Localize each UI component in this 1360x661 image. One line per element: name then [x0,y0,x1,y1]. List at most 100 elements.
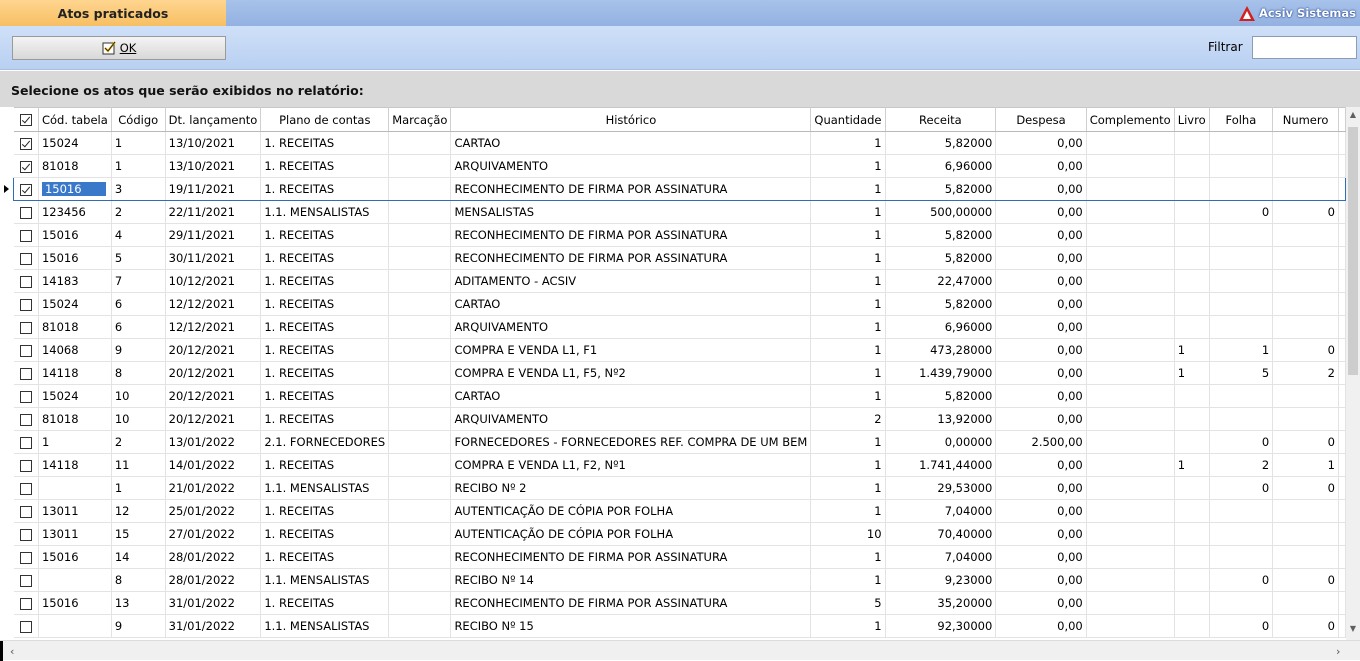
cell-numero[interactable] [1272,154,1339,178]
cell-numero[interactable]: 0 [1272,614,1339,638]
cell-folha[interactable]: 0 [1209,476,1274,500]
cell-receita[interactable]: 9,23000 [885,568,997,592]
cell-historico[interactable]: RECONHECIMENTO DE FIRMA POR ASSINATURA [450,223,812,247]
cell-dt[interactable]: 13/10/2021 [165,154,262,178]
cell-numero[interactable] [1272,131,1339,155]
cell-livro[interactable]: 1 [1174,453,1210,477]
cell-codigo[interactable]: 2 [111,430,166,454]
cell-complemento[interactable] [1086,545,1175,569]
cell-despesa[interactable]: 0,00 [995,315,1087,339]
column-header[interactable]: Histórico [450,107,812,132]
cell-dt[interactable]: 12/12/2021 [165,315,262,339]
table-row[interactable]: 15016 5 30/11/2021 1. RECEITAS RECONHECIMENT… [13,246,1346,270]
cell-plano[interactable]: 1. RECEITAS [260,246,390,270]
cell-cod-tabela[interactable]: 15016 [38,246,112,270]
table-row[interactable]: 13011 12 25/01/2022 1. RECEITAS AUTENTICAÇÃO… [13,499,1346,523]
cell-receita[interactable]: 5,82000 [885,131,997,155]
cell-despesa[interactable]: 0,00 [995,499,1087,523]
cell-complemento[interactable] [1086,453,1175,477]
table-row[interactable]: 15024 1 13/10/2021 1. RECEITAS CARTAO 1 5,8200… [13,131,1346,155]
cell-qtd[interactable]: 1 [810,338,886,362]
cell-qtd[interactable]: 1 [810,177,886,201]
cell-despesa[interactable]: 0,00 [995,545,1087,569]
cell-livro[interactable] [1174,499,1210,523]
cell-complemento[interactable] [1086,223,1175,247]
cell-receita[interactable]: 92,30000 [885,614,997,638]
select-all-header[interactable] [13,107,39,132]
cell-livro[interactable] [1174,614,1210,638]
table-row[interactable]: 14183 7 10/12/2021 1. RECEITAS ADITAMENTO - … [13,269,1346,293]
row-checkbox[interactable] [19,275,32,288]
table-row[interactable]: 8 28/01/2022 1.1. MENSALISTAS RECIBO Nº 14 1… [13,568,1346,592]
cell-despesa[interactable]: 0,00 [995,338,1087,362]
cell-cod-tabela[interactable]: 81018 [38,154,112,178]
table-row[interactable]: 81018 6 12/12/2021 1. RECEITAS ARQUIVAMENTO 1… [13,315,1346,339]
cell-historico[interactable]: RECIBO Nº 14 [450,568,812,592]
cell-folha[interactable] [1209,269,1274,293]
cell-despesa[interactable]: 0,00 [995,154,1087,178]
cell-numero[interactable]: 0 [1272,338,1339,362]
table-row[interactable]: 14118 11 14/01/2022 1. RECEITAS COMPRA E VEN… [13,453,1346,477]
column-header[interactable]: Despesa [995,107,1087,132]
cell-folha[interactable]: 0 [1209,568,1274,592]
cell-livro[interactable] [1174,223,1210,247]
cell-dt[interactable]: 20/12/2021 [165,384,262,408]
cell-dt[interactable]: 31/01/2022 [165,591,262,615]
cell-dt[interactable]: 14/01/2022 [165,453,262,477]
cell-numero[interactable]: 0 [1272,430,1339,454]
cell-marcacao[interactable] [388,522,452,546]
cell-codigo[interactable]: 8 [111,568,166,592]
cell-dt[interactable]: 20/12/2021 [165,338,262,362]
cell-numero[interactable]: 0 [1272,568,1339,592]
cell-despesa[interactable]: 0,00 [995,453,1087,477]
cell-historico[interactable]: RECONHECIMENTO DE FIRMA POR ASSINATURA [450,591,812,615]
table-row[interactable]: 15016 13 31/01/2022 1. RECEITAS RECONHECIMEN… [13,591,1346,615]
cell-cod-tabela[interactable]: 14118 [38,361,112,385]
cell-receita[interactable]: 0,00000 [885,430,997,454]
cell-receita[interactable]: 7,04000 [885,499,997,523]
cell-cod-tabela[interactable]: 81018 [38,315,112,339]
cell-complemento[interactable] [1086,476,1175,500]
cell-folha[interactable]: 2 [1209,453,1274,477]
cell-dt[interactable]: 31/01/2022 [165,614,262,638]
table-row[interactable]: 1 2 13/01/2022 2.1. FORNECEDORES FORNECEDORE… [13,430,1346,454]
cell-historico[interactable]: CARTAO [450,384,812,408]
row-checkbox[interactable] [19,528,32,541]
cell-receita[interactable]: 7,04000 [885,545,997,569]
cell-codigo[interactable]: 6 [111,292,166,316]
table-row[interactable]: 81018 10 20/12/2021 1. RECEITAS ARQUIVAMENTO… [13,407,1346,431]
cell-receita[interactable]: 6,96000 [885,315,997,339]
cell-numero[interactable] [1272,246,1339,270]
cell-qtd[interactable]: 1 [810,315,886,339]
row-select-cell[interactable] [13,522,39,546]
cell-codigo[interactable]: 7 [111,269,166,293]
column-header[interactable]: Numero [1272,107,1339,132]
cell-receita[interactable]: 5,82000 [885,384,997,408]
row-checkbox[interactable] [19,344,32,357]
cell-codigo[interactable]: 1 [111,131,166,155]
cell-dt[interactable]: 29/11/2021 [165,223,262,247]
cell-complemento[interactable] [1086,407,1175,431]
cell-receita[interactable]: 22,47000 [885,269,997,293]
scroll-left-icon[interactable]: ‹ [10,645,14,658]
row-checkbox[interactable] [19,482,32,495]
cell-livro[interactable] [1174,246,1210,270]
cell-qtd[interactable]: 1 [810,499,886,523]
select-all-checkbox[interactable] [19,114,32,126]
cell-folha[interactable] [1209,154,1274,178]
cell-receita[interactable]: 35,20000 [885,591,997,615]
cell-historico[interactable]: FORNECEDORES - FORNECEDORES REF. COMPRA … [450,430,812,454]
cell-marcacao[interactable] [388,200,452,224]
cell-plano[interactable]: 1.1. MENSALISTAS [260,200,390,224]
cell-cod-tabela[interactable]: 15016 [38,591,112,615]
cell-numero[interactable] [1272,384,1339,408]
column-header[interactable]: Código [111,107,166,132]
cell-marcacao[interactable] [388,361,452,385]
table-row[interactable]: 15024 10 20/12/2021 1. RECEITAS CARTAO 1 5,820… [13,384,1346,408]
cell-folha[interactable]: 0 [1209,614,1274,638]
cell-qtd[interactable]: 5 [810,591,886,615]
cell-marcacao[interactable] [388,430,452,454]
cell-qtd[interactable]: 1 [810,246,886,270]
cell-codigo[interactable]: 4 [111,223,166,247]
column-header[interactable]: Folha [1209,107,1274,132]
